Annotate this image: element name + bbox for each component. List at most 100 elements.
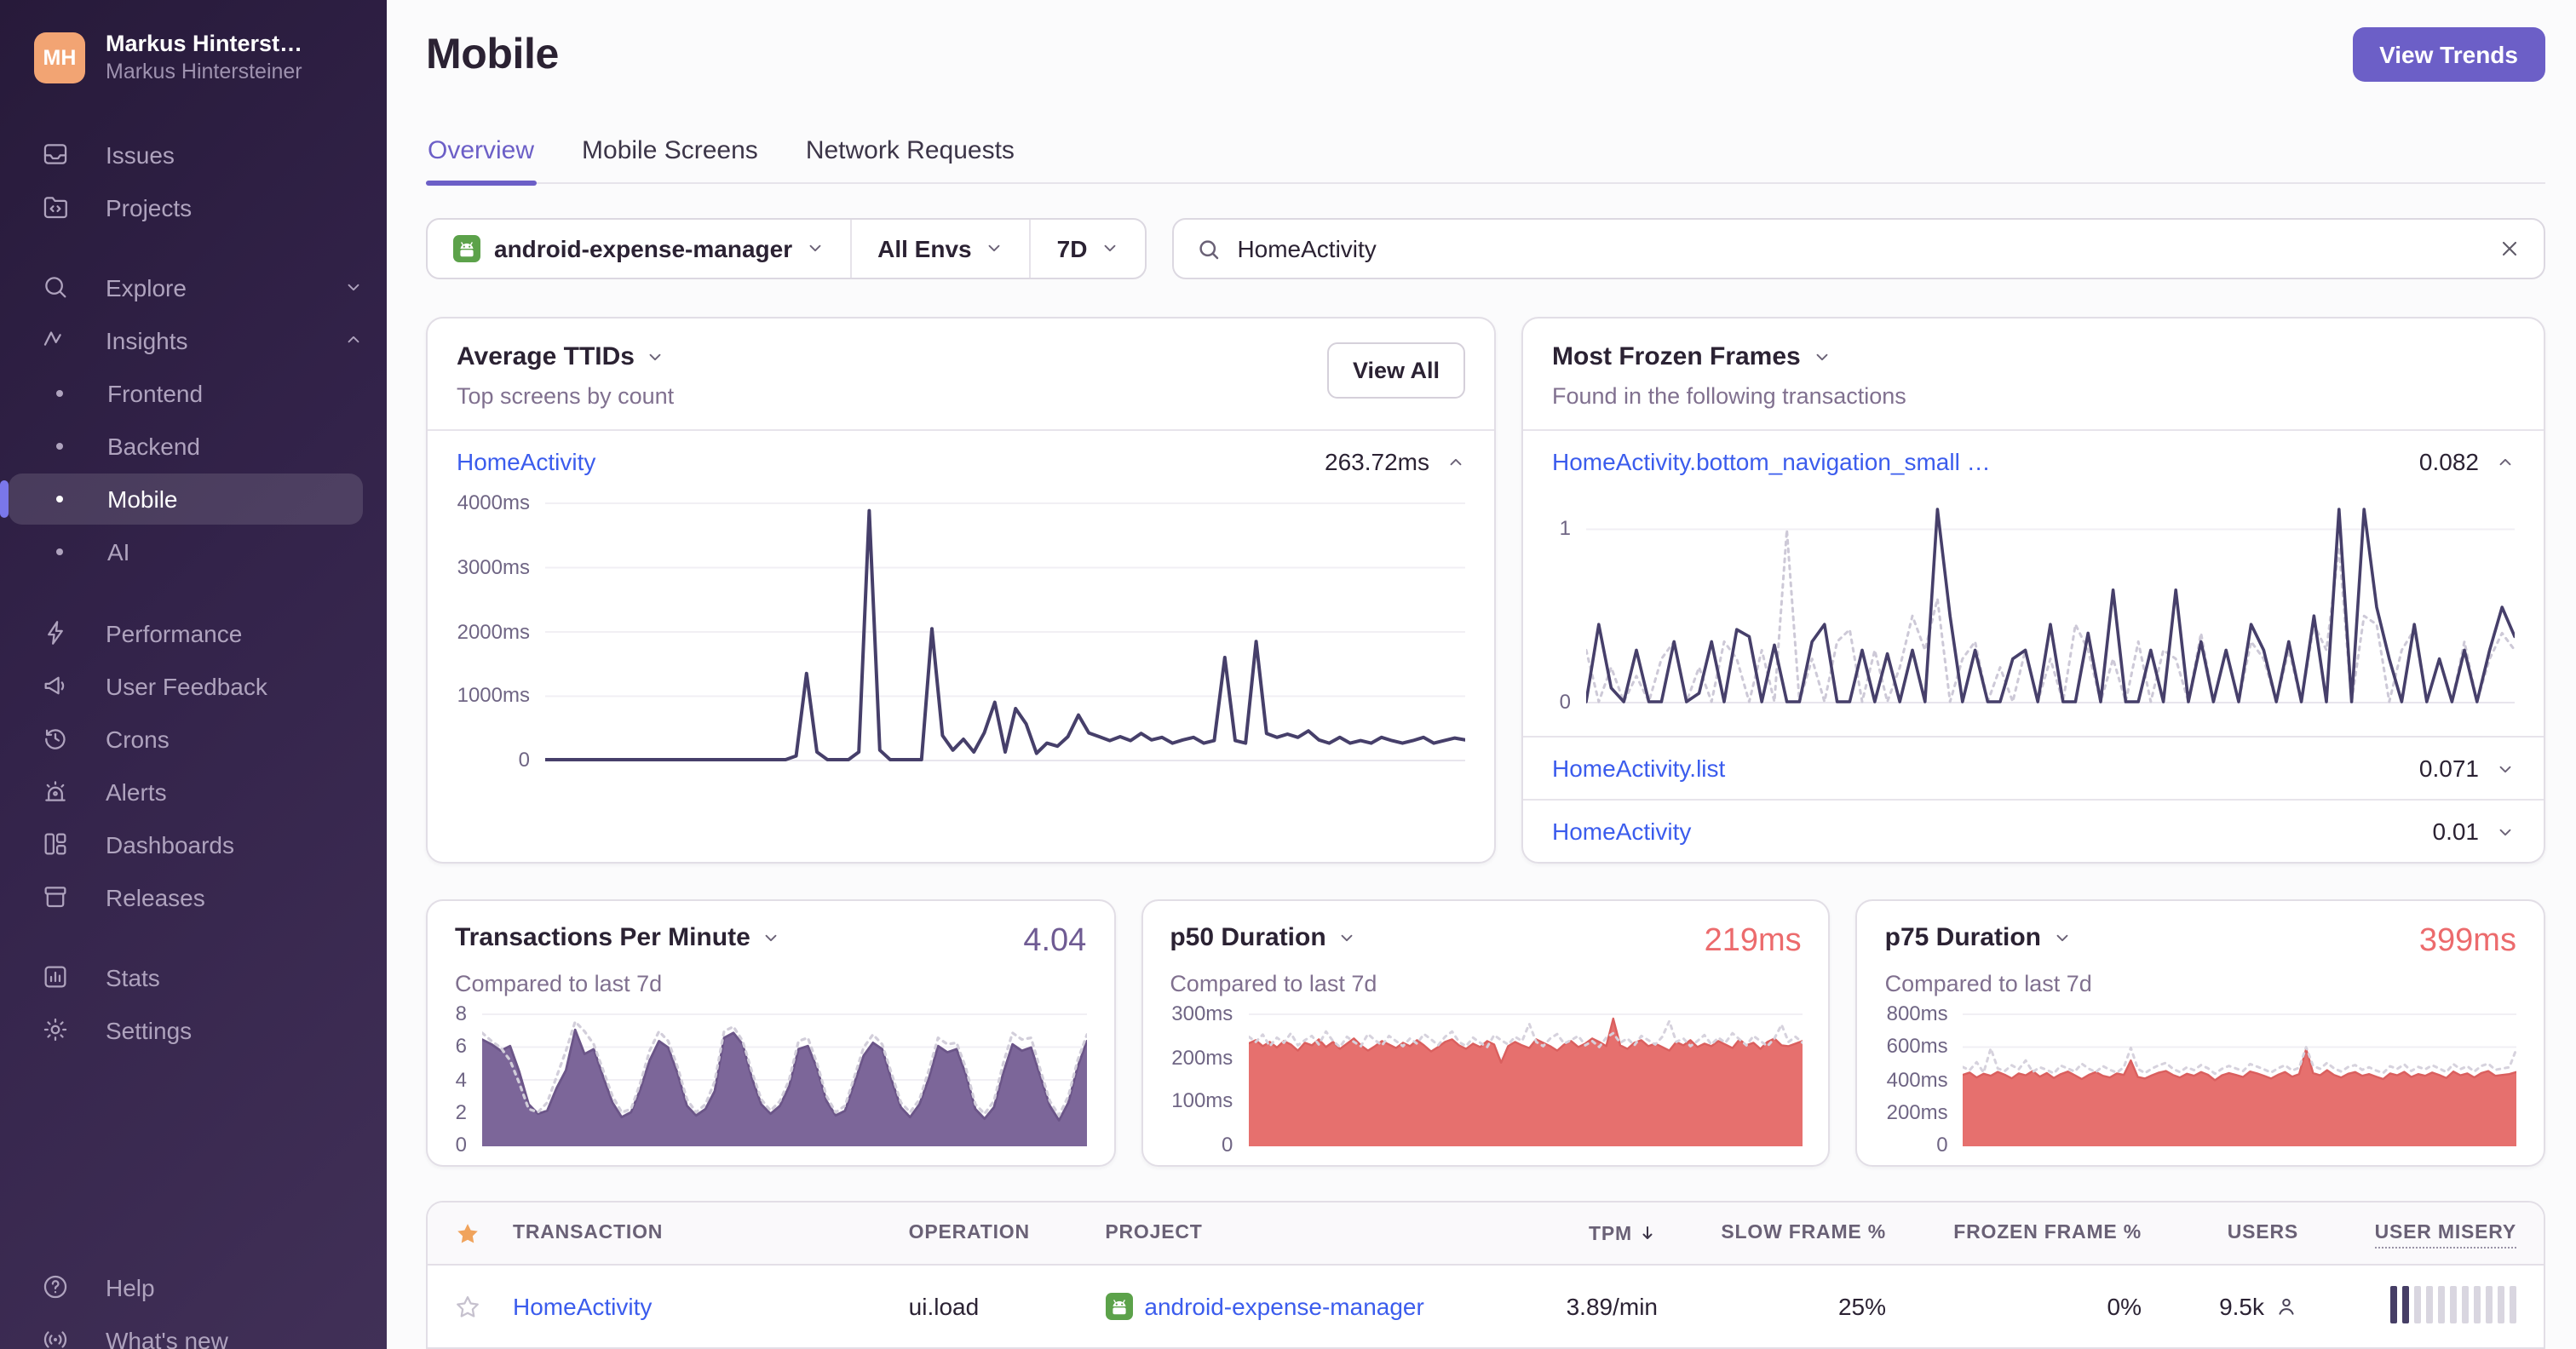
environment-selector[interactable]: All Envs <box>850 220 1030 278</box>
tpm-chart-block: 8 6 4 2 0 <box>455 1002 1087 1157</box>
sidebar-item-insights[interactable]: Insights <box>0 313 387 366</box>
sidebar-item-mobile[interactable]: Mobile <box>0 474 363 525</box>
page-filters: android-expense-manager All Envs 7D <box>426 218 1147 279</box>
column-header-label: USER MISERY <box>2374 1223 2516 1249</box>
sidebar-item-issues[interactable]: Issues <box>0 128 387 181</box>
chevron-up-icon[interactable] <box>1446 452 1465 471</box>
p50-chart-block: 300ms 200ms 100ms 0 <box>1170 1002 1803 1157</box>
column-header-transaction[interactable]: TRANSACTION <box>513 1223 909 1243</box>
search-input[interactable] <box>1237 235 2482 262</box>
transaction-link[interactable]: HomeActivity <box>1552 818 1691 845</box>
column-header-frozen-frame[interactable]: FROZEN FRAME % <box>1953 1223 2142 1243</box>
p75-title-dropdown[interactable]: p75 Duration <box>1885 923 2072 952</box>
sidebar-item-alerts[interactable]: Alerts <box>0 765 387 818</box>
tab-mobile-screens[interactable]: Mobile Screens <box>580 136 760 182</box>
sidebar-item-explore[interactable]: Explore <box>0 261 387 313</box>
person-icon <box>2279 1298 2294 1315</box>
active-indicator <box>0 480 9 518</box>
card-subtitle: Compared to last 7d <box>1884 971 2092 996</box>
card-subtitle: Found in the following transactions <box>1552 383 1906 409</box>
chevron-down-icon[interactable] <box>2496 759 2515 778</box>
view-trends-button[interactable]: View Trends <box>2352 27 2545 82</box>
column-header-user-misery[interactable]: USER MISERY <box>2374 1223 2516 1249</box>
frozen-frames-value: 0.082 <box>2418 448 2479 475</box>
sidebar-item-backend[interactable]: Backend <box>9 421 363 472</box>
tpm-area-chart[interactable] <box>482 1013 1087 1146</box>
column-header-users[interactable]: USERS <box>2228 1223 2298 1243</box>
transaction-link[interactable]: HomeActivity <box>457 448 595 475</box>
y-tick-label: 300ms <box>1171 1002 1233 1025</box>
frozen-frames-title-dropdown[interactable]: Most Frozen Frames <box>1552 342 1906 371</box>
transaction-link[interactable]: HomeActivity <box>513 1293 652 1320</box>
sidebar-item-label: User Feedback <box>106 672 267 699</box>
date-range-selector[interactable]: 7D <box>1029 220 1146 278</box>
y-tick-label: 1000ms <box>457 683 530 708</box>
column-header-operation[interactable]: OPERATION <box>909 1223 1106 1243</box>
user-org: Markus Hintersteiner <box>106 60 302 83</box>
date-range-value: 7D <box>1056 235 1088 262</box>
folder-code-icon <box>41 192 72 222</box>
user-menu[interactable]: MH Markus Hinterst… Markus Hintersteiner <box>0 0 387 83</box>
sidebar-item-settings[interactable]: Settings <box>0 1003 387 1056</box>
sidebar-item-crons[interactable]: Crons <box>0 712 387 765</box>
sidebar-item-label: AI <box>107 538 130 565</box>
table-header-row: TRANSACTION OPERATION PROJECT TPM SLOW F… <box>428 1203 2544 1266</box>
chevron-down-icon <box>647 347 665 366</box>
p50-title-dropdown[interactable]: p50 Duration <box>1170 923 1356 952</box>
megaphone-icon <box>41 670 72 701</box>
average-ttids-title-dropdown[interactable]: Average TTIDs <box>457 342 674 371</box>
sidebar-item-help[interactable]: Help <box>0 1260 387 1313</box>
sidebar-item-label: Insights <box>106 326 188 353</box>
frozen-accordion-row-1[interactable]: HomeActivity.bottom_navigation_small … 0… <box>1523 431 2544 492</box>
clear-search-icon[interactable] <box>2498 237 2521 261</box>
chevron-up-icon[interactable] <box>2496 452 2515 471</box>
project-link[interactable]: android-expense-manager <box>1144 1293 1423 1320</box>
lightning-icon <box>41 617 72 648</box>
column-header-slow-frame[interactable]: SLOW FRAME % <box>1721 1223 1886 1243</box>
tpm-title-dropdown[interactable]: Transactions Per Minute <box>455 923 781 952</box>
sidebar-item-projects[interactable]: Projects <box>0 181 387 233</box>
ttid-accordion-row[interactable]: HomeActivity 263.72ms <box>428 431 1494 492</box>
tab-overview[interactable]: Overview <box>426 136 536 186</box>
bullet-icon <box>56 496 63 502</box>
p50-area-chart[interactable] <box>1248 1013 1803 1146</box>
sidebar-item-releases[interactable]: Releases <box>0 870 387 923</box>
frozen-accordion-row-2[interactable]: HomeActivity.list 0.071 <box>1523 736 2544 799</box>
transaction-link[interactable]: HomeActivity.bottom_navigation_small … <box>1552 448 1991 475</box>
chevron-down-icon[interactable] <box>2496 822 2515 841</box>
y-tick-label: 600ms <box>1886 1034 1948 1059</box>
y-tick-label: 3000ms <box>457 554 530 579</box>
transaction-link[interactable]: HomeActivity.list <box>1552 755 1725 782</box>
frozen-accordion-row-3[interactable]: HomeActivity 0.01 <box>1523 799 2544 862</box>
sidebar-item-label: Stats <box>106 963 160 990</box>
table-row[interactable]: HomeActivity ui.load android-expense-man… <box>428 1266 2544 1347</box>
sidebar-item-frontend[interactable]: Frontend <box>9 368 363 419</box>
sidebar-item-performance[interactable]: Performance <box>0 606 387 659</box>
column-header-project[interactable]: PROJECT <box>1105 1223 1474 1243</box>
project-selector[interactable]: android-expense-manager <box>428 220 850 278</box>
chevron-down-icon <box>1813 347 1831 366</box>
star-icon[interactable] <box>455 1220 513 1246</box>
archive-box-icon <box>41 881 72 912</box>
y-tick-label: 6 <box>455 1034 467 1059</box>
sidebar-item-user-feedback[interactable]: User Feedback <box>0 659 387 712</box>
insights-row-2: Transactions Per Minute 4.04 Compared to… <box>426 899 2545 1167</box>
bullet-icon <box>56 390 63 397</box>
ttid-line-chart[interactable] <box>545 502 1465 761</box>
sidebar-item-whats-new[interactable]: What's new <box>0 1313 387 1349</box>
transaction-search[interactable] <box>1172 218 2545 279</box>
p75-area-chart[interactable] <box>1963 1013 2517 1146</box>
sidebar-item-label: Settings <box>106 1016 193 1043</box>
star-outline-icon[interactable] <box>455 1294 513 1319</box>
sidebar-item-dashboards[interactable]: Dashboards <box>0 818 387 870</box>
ttid-chart-block: 4000ms 3000ms 2000ms 1000ms 0 <box>428 491 1494 772</box>
card-subtitle: Compared to last 7d <box>1170 971 1377 996</box>
transactions-table: TRANSACTION OPERATION PROJECT TPM SLOW F… <box>426 1201 2545 1349</box>
column-header-tpm[interactable]: TPM <box>1589 1222 1658 1244</box>
sidebar-item-label: Releases <box>106 883 205 910</box>
view-all-button[interactable]: View All <box>1326 342 1465 399</box>
sidebar-item-ai[interactable]: AI <box>9 526 363 577</box>
frozen-line-chart[interactable] <box>1586 502 2515 703</box>
tab-network-requests[interactable]: Network Requests <box>804 136 1016 182</box>
sidebar-item-stats[interactable]: Stats <box>0 950 387 1003</box>
